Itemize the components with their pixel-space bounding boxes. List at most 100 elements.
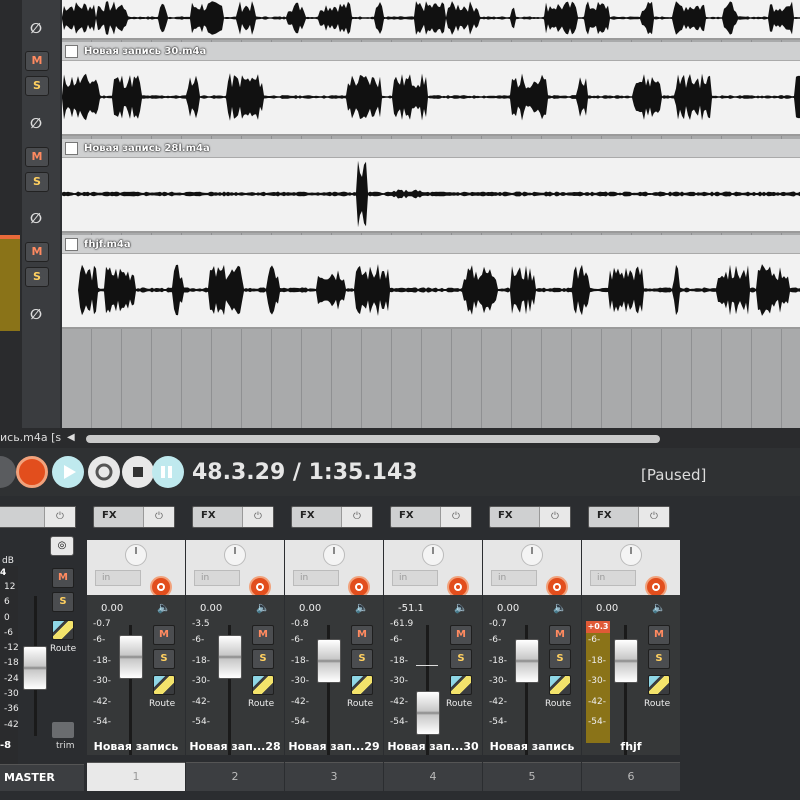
mute-button[interactable]: M [549, 625, 571, 645]
media-item[interactable]: fhjf.m4a [62, 235, 800, 329]
speaker-icon[interactable]: 🔈 [256, 601, 270, 614]
pan-knob[interactable] [422, 544, 444, 566]
solo-button[interactable]: S [648, 649, 670, 669]
solo-button[interactable]: S [351, 649, 373, 669]
fx-box[interactable]: FX ⏻ [93, 506, 175, 528]
speaker-icon[interactable]: 🔈 [553, 601, 567, 614]
solo-button[interactable]: S [25, 172, 49, 192]
pause-button[interactable] [152, 456, 184, 488]
speaker-icon[interactable]: 🔈 [454, 601, 468, 614]
track-number[interactable]: 5 [483, 762, 581, 791]
route-icon[interactable] [648, 675, 670, 695]
item-checkbox[interactable] [65, 44, 78, 58]
repeat-button[interactable] [88, 456, 120, 488]
power-icon[interactable]: ⏻ [539, 507, 570, 527]
input-button[interactable]: in [491, 570, 537, 586]
power-icon[interactable]: ⏻ [440, 507, 471, 527]
play-button[interactable] [52, 456, 84, 488]
speaker-icon[interactable]: 🔈 [157, 601, 171, 614]
mute-button[interactable]: M [252, 625, 274, 645]
media-item[interactable]: Новая запись 30.m4a [62, 42, 800, 136]
scrollbar-thumb[interactable] [86, 435, 660, 443]
solo-button[interactable]: S [450, 649, 472, 669]
scale-tick: 12 [4, 582, 16, 592]
volume-fader[interactable] [515, 639, 539, 683]
pan-knob[interactable] [620, 544, 642, 566]
mute-button[interactable]: M [351, 625, 373, 645]
volume-fader[interactable] [218, 635, 242, 679]
record-button[interactable] [16, 456, 48, 488]
power-icon[interactable]: ⏻ [143, 507, 174, 527]
fx-box[interactable]: FX ⏻ [192, 506, 274, 528]
media-item[interactable] [62, 0, 800, 40]
volume-fader[interactable] [317, 639, 341, 683]
phase-button[interactable]: ∅ [25, 20, 47, 38]
fx-box[interactable]: FX ⏻ [390, 506, 472, 528]
item-checkbox[interactable] [65, 141, 78, 155]
pan-knob[interactable] [224, 544, 246, 566]
master-fx-box[interactable]: ⏻ [0, 506, 76, 528]
rewind-button[interactable] [0, 456, 16, 488]
trim-icon[interactable] [52, 722, 74, 738]
route-icon[interactable] [351, 675, 373, 695]
track-number[interactable]: 1 [87, 762, 185, 791]
pan-knob[interactable] [521, 544, 543, 566]
solo-button[interactable]: S [153, 649, 175, 669]
route-icon[interactable] [153, 675, 175, 695]
master-mute-button[interactable]: M [52, 568, 74, 588]
pan-knob[interactable] [125, 544, 147, 566]
input-button[interactable]: in [392, 570, 438, 586]
media-item[interactable]: Новая запись 28l.m4a [62, 139, 800, 233]
fx-box[interactable]: FX ⏻ [588, 506, 670, 528]
route-icon[interactable] [252, 675, 274, 695]
fx-box[interactable]: FX ⏻ [489, 506, 571, 528]
input-button[interactable]: in [590, 570, 636, 586]
master-fader[interactable] [23, 646, 47, 690]
waveform [62, 264, 800, 316]
stereo-icon[interactable]: ◎ [50, 536, 74, 556]
mute-button[interactable]: M [25, 147, 49, 167]
mute-button[interactable]: M [25, 51, 49, 71]
pan-knob[interactable] [323, 544, 345, 566]
solo-button[interactable]: S [252, 649, 274, 669]
mute-button[interactable]: M [25, 242, 49, 262]
track-name: Новая запись [93, 740, 179, 753]
track-lanes[interactable]: Новая запись 30.m4a Новая запись 28l.m4a… [62, 0, 800, 432]
input-button[interactable]: in [95, 570, 141, 586]
mute-button[interactable]: M [648, 625, 670, 645]
track-number[interactable]: 6 [582, 762, 680, 791]
stop-button[interactable] [122, 456, 154, 488]
mute-button[interactable]: M [153, 625, 175, 645]
solo-button[interactable]: S [25, 267, 49, 287]
horizontal-scrollbar[interactable]: ись.m4a [s ◀ [0, 428, 800, 448]
volume-fader[interactable] [119, 635, 143, 679]
speaker-icon[interactable]: 🔈 [652, 601, 666, 614]
phase-button[interactable]: ∅ [25, 306, 47, 324]
input-button[interactable]: in [194, 570, 240, 586]
item-checkbox[interactable] [65, 237, 78, 251]
power-icon[interactable]: ⏻ [341, 507, 372, 527]
arrange-view[interactable]: ∅ M S ∅ M S ∅ M S ∅ Новая запись 30.m4a … [0, 0, 800, 432]
track-number[interactable]: 2 [186, 762, 284, 791]
fx-box[interactable]: FX ⏻ [291, 506, 373, 528]
route-icon[interactable] [549, 675, 571, 695]
route-icon[interactable] [52, 620, 74, 640]
solo-button[interactable]: S [549, 649, 571, 669]
power-icon[interactable]: ⏻ [44, 507, 75, 527]
mute-button[interactable]: M [450, 625, 472, 645]
solo-button[interactable]: S [25, 76, 49, 96]
power-icon[interactable]: ⏻ [638, 507, 669, 527]
scroll-left-icon[interactable]: ◀ [67, 432, 75, 443]
volume-fader[interactable] [614, 639, 638, 683]
speaker-icon[interactable]: 🔈 [355, 601, 369, 614]
fx-label: FX [300, 510, 315, 521]
phase-button[interactable]: ∅ [25, 115, 47, 133]
track-number[interactable]: 4 [384, 762, 482, 791]
master-solo-button[interactable]: S [52, 592, 74, 612]
route-icon[interactable] [450, 675, 472, 695]
phase-button[interactable]: ∅ [25, 210, 47, 228]
power-icon[interactable]: ⏻ [242, 507, 273, 527]
track-number[interactable]: 3 [285, 762, 383, 791]
volume-fader[interactable] [416, 691, 440, 735]
input-button[interactable]: in [293, 570, 339, 586]
